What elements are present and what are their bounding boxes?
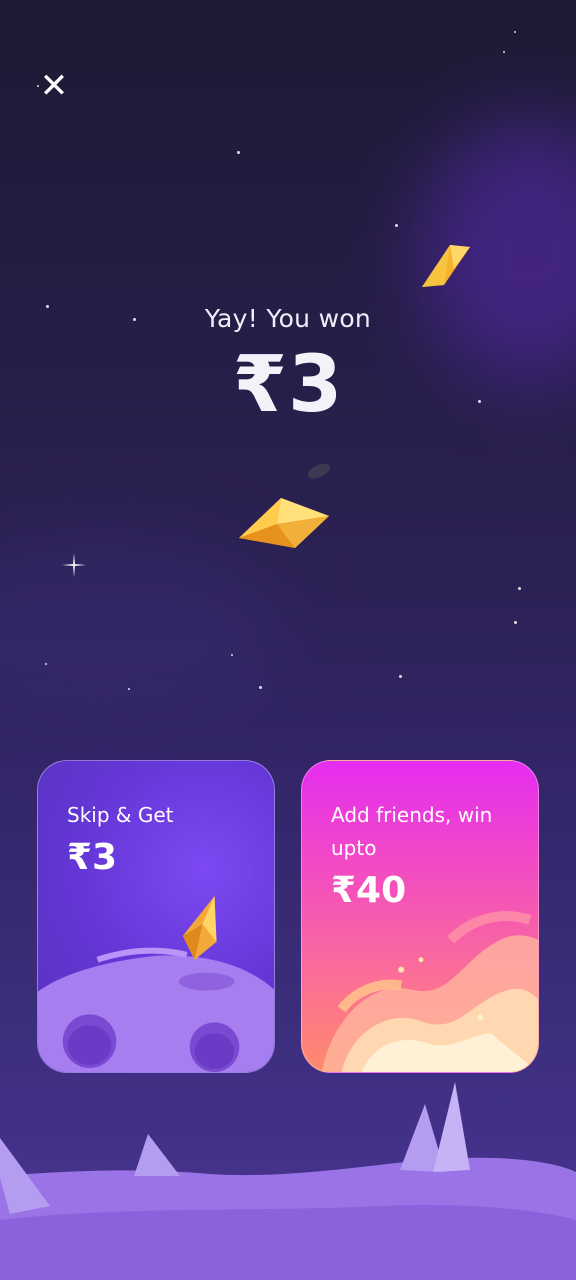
planet-illustration — [38, 896, 274, 1072]
close-button[interactable]: ✕ — [32, 64, 76, 108]
background-glow — [0, 540, 280, 720]
ground-illustration — [0, 1082, 576, 1280]
star — [395, 224, 398, 227]
star — [503, 51, 505, 53]
star — [399, 675, 402, 678]
close-icon: ✕ — [39, 66, 69, 106]
star — [231, 654, 233, 656]
win-amount: ₹3 — [232, 340, 344, 430]
skip-and-get-card[interactable]: Skip & Get ₹3 — [37, 760, 275, 1073]
win-title: Yay! You won — [204, 304, 372, 333]
sparkle-icon — [62, 553, 86, 577]
gem-icon — [239, 498, 329, 548]
star — [237, 151, 240, 154]
star — [514, 31, 516, 33]
star — [514, 621, 517, 624]
star — [259, 686, 262, 689]
meteor-icon — [307, 463, 331, 479]
reward-screen: ✕ Yay! You won ₹3 Skip & Get ₹3 Add frie… — [0, 0, 576, 1280]
star — [518, 587, 521, 590]
flame-illustration — [321, 911, 538, 1072]
add-friends-card[interactable]: Add friends, win upto ₹40 — [301, 760, 539, 1073]
star — [45, 663, 47, 665]
star — [128, 688, 130, 690]
gem-icon — [422, 245, 470, 287]
